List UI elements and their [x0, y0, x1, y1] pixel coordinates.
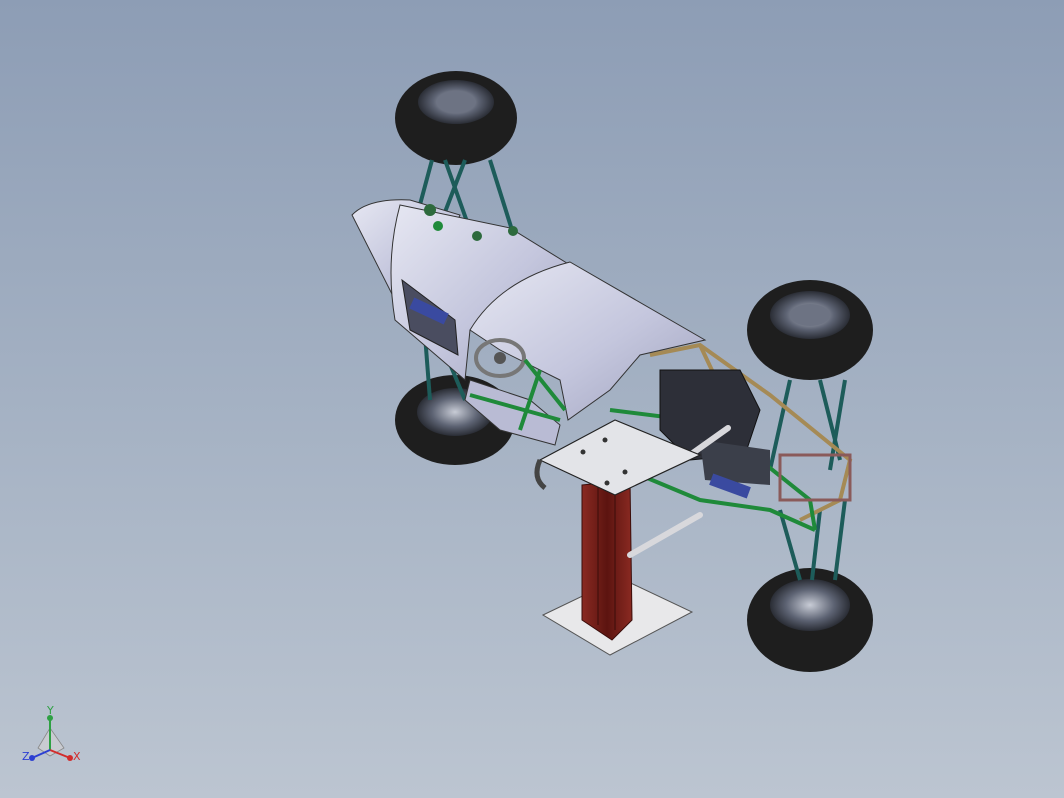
triad-x-label: X [73, 750, 81, 763]
wheel-rear-left-lower[interactable] [747, 568, 873, 672]
engine[interactable] [659, 369, 770, 485]
cad-model-view[interactable] [0, 0, 1064, 798]
orientation-triad [29, 715, 73, 761]
stand-column[interactable] [581, 479, 633, 641]
triad-y-label: Y [47, 704, 54, 717]
3d-viewport[interactable]: Y X Z [0, 0, 1064, 798]
wheel-front-right-upper[interactable] [395, 71, 517, 165]
triad-z-label: Z [22, 750, 30, 763]
wheel-rear-right-upper[interactable] [747, 280, 873, 380]
